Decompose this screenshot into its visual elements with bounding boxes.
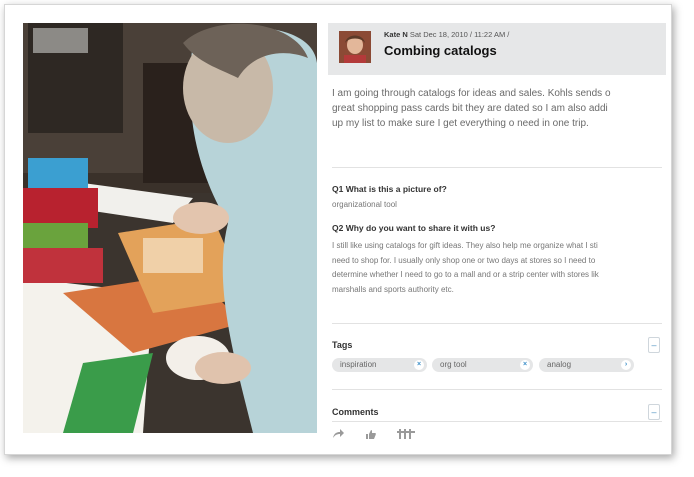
tag-label: org tool (440, 360, 467, 369)
tag-analog[interactable]: analog › (539, 358, 634, 372)
comments-heading: Comments (332, 407, 379, 417)
post-header: Kate N Sat Dec 18, 2010 / 11:22 AM / Com… (328, 23, 666, 75)
chevron-right-icon[interactable]: › (621, 360, 631, 370)
tags-collapse-button[interactable]: – (648, 337, 660, 353)
divider (332, 421, 662, 422)
question-2: Q2 Why do you want to share it with us? (332, 223, 496, 233)
post-meta: Kate N Sat Dec 18, 2010 / 11:22 AM / (384, 30, 509, 39)
divider (332, 389, 662, 390)
tag-label: inspiration (340, 360, 377, 369)
divider (332, 323, 662, 324)
post-date: Sat Dec 18, 2010 / 11:22 AM / (409, 30, 510, 39)
post-description: I am going through catalogs for ideas an… (332, 88, 611, 129)
comments-collapse-button[interactable]: – (648, 404, 660, 420)
remove-tag-icon[interactable]: × (414, 360, 424, 370)
avatar[interactable] (339, 31, 371, 63)
tag-label: analog (547, 360, 572, 369)
post-title: Combing catalogs (384, 43, 497, 58)
tags-heading: Tags (332, 340, 353, 350)
tag-org-tool[interactable]: org tool × (432, 358, 533, 372)
post-detail-panel: Kate N Sat Dec 18, 2010 / 11:22 AM / Com… (328, 23, 666, 448)
share-icon[interactable] (332, 429, 344, 442)
post-toolbar (332, 429, 433, 442)
screenshot-frame: Kate N Sat Dec 18, 2010 / 11:22 AM / Com… (4, 4, 672, 455)
author-name[interactable]: Kate N (384, 30, 408, 39)
answer-1: organizational tool (332, 200, 397, 209)
post-photo (23, 23, 317, 433)
answer-2: I still like using catalogs for gift ide… (332, 241, 599, 294)
grid-icon[interactable] (396, 429, 415, 442)
thumbs-up-icon[interactable] (365, 429, 376, 442)
divider (332, 167, 662, 168)
tag-inspiration[interactable]: inspiration × (332, 358, 427, 372)
question-1: Q1 What is this a picture of? (332, 184, 447, 194)
remove-tag-icon[interactable]: × (520, 360, 530, 370)
